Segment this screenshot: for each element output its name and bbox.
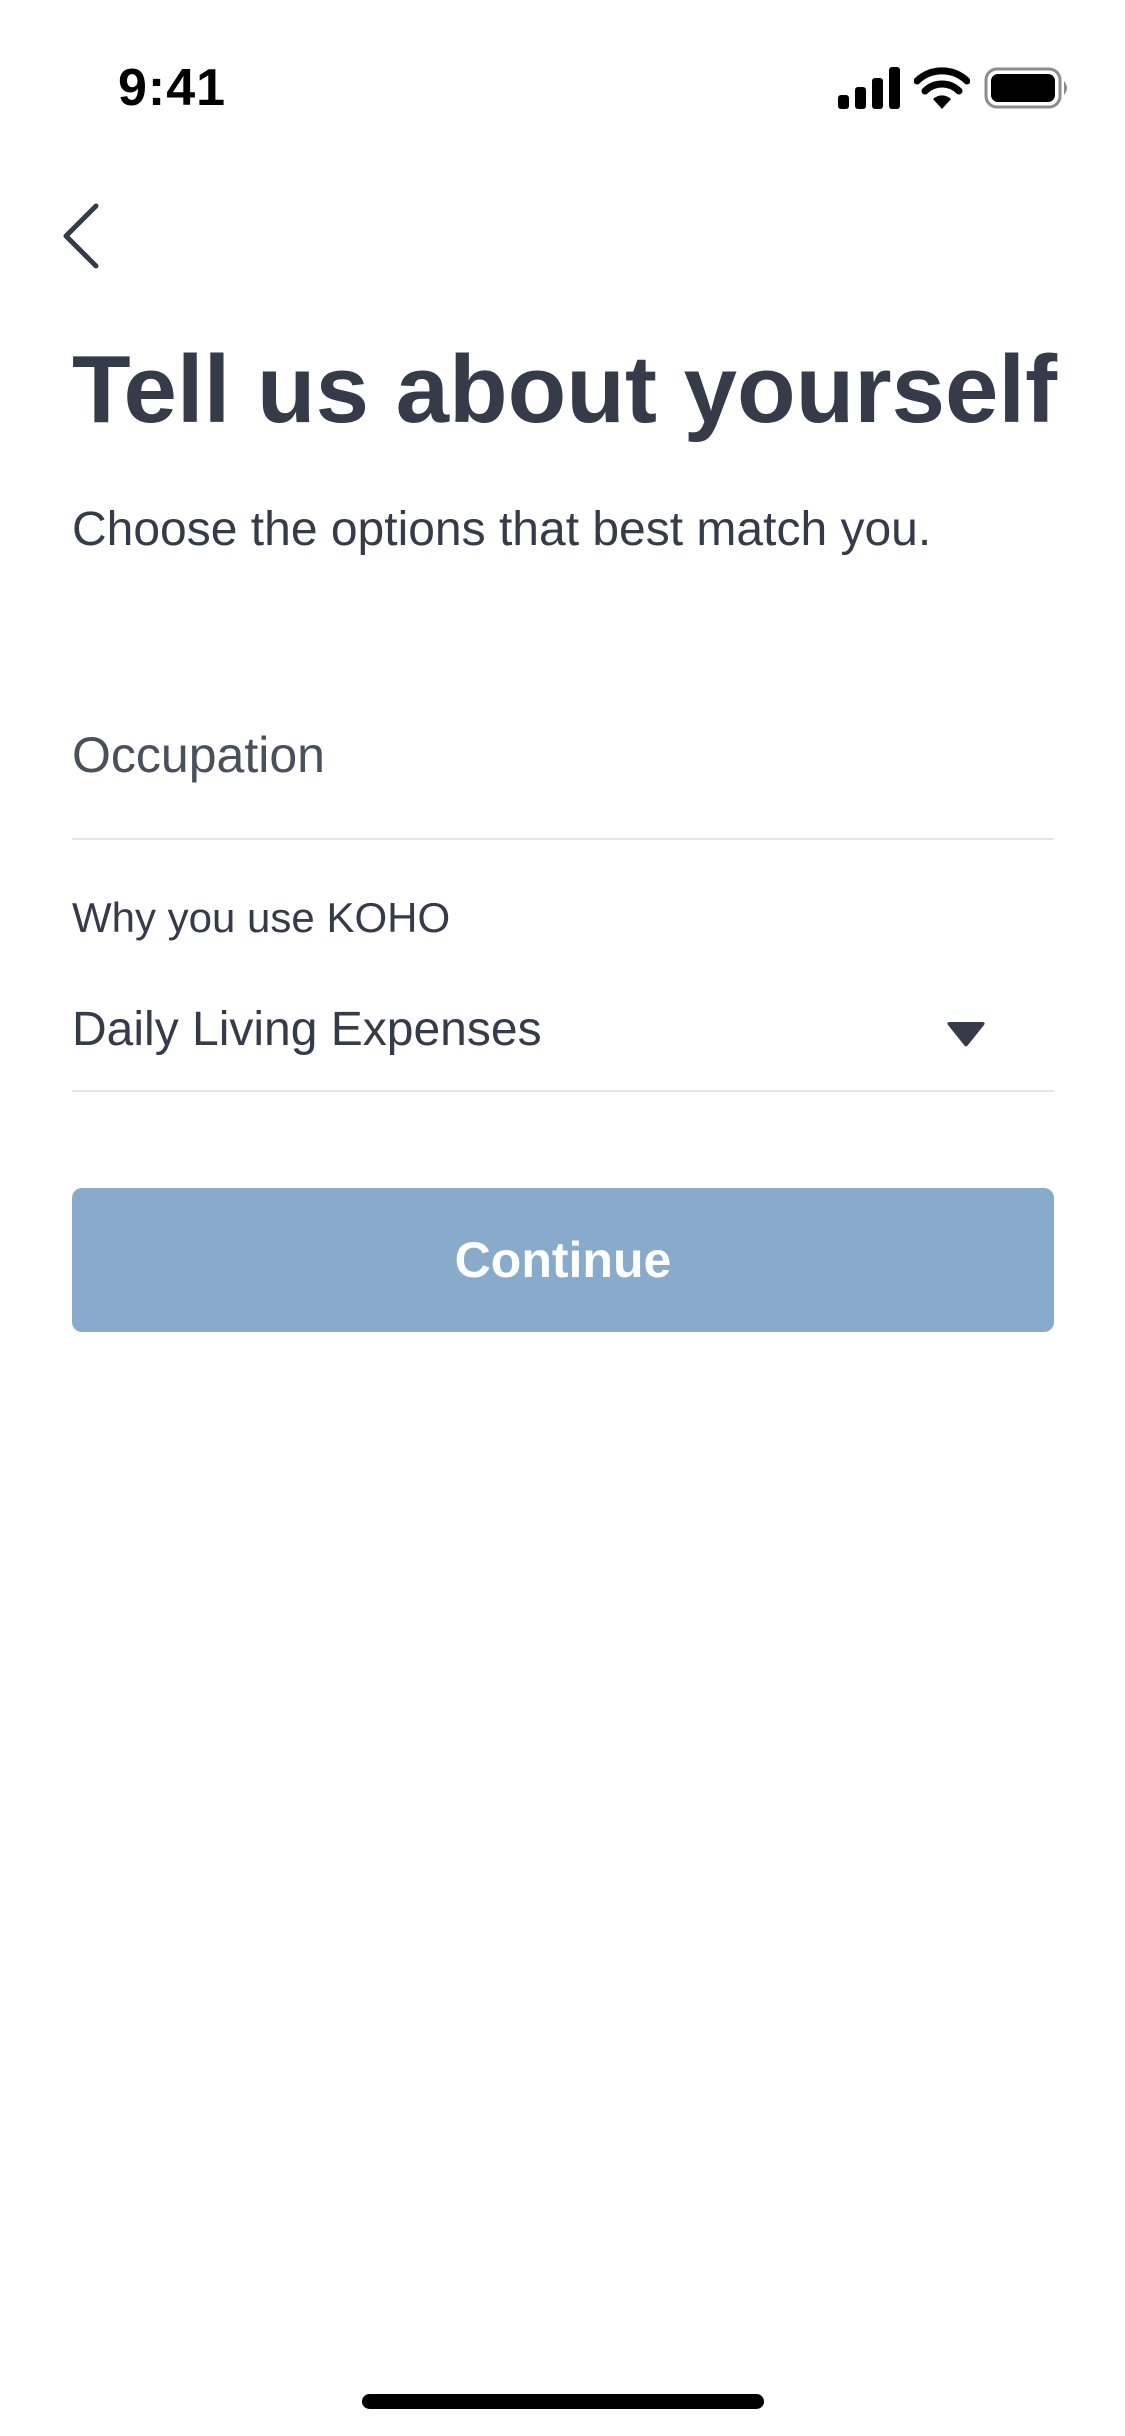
back-button[interactable]	[56, 196, 112, 276]
occupation-input[interactable]	[72, 700, 1054, 810]
page-title: Tell us about yourself	[72, 336, 1058, 443]
status-icons	[838, 66, 1070, 110]
reason-selected-value: Daily Living Expenses	[72, 1003, 542, 1056]
caret-down-icon	[947, 1022, 985, 1047]
reason-dropdown[interactable]: Daily Living Expenses	[72, 976, 1054, 1092]
page-subtitle: Choose the options that best match you.	[72, 503, 932, 556]
wifi-icon	[914, 67, 970, 109]
home-indicator	[362, 2394, 764, 2409]
chevron-left-icon	[63, 203, 99, 269]
continue-button[interactable]: Continue	[72, 1188, 1054, 1332]
battery-icon	[984, 67, 1067, 109]
reason-label: Why you use KOHO	[72, 894, 451, 941]
cellular-signal-icon	[838, 67, 900, 109]
status-time: 9:41	[118, 59, 227, 117]
occupation-field[interactable]	[72, 700, 1054, 840]
status-bar: 9:41	[0, 0, 1125, 140]
